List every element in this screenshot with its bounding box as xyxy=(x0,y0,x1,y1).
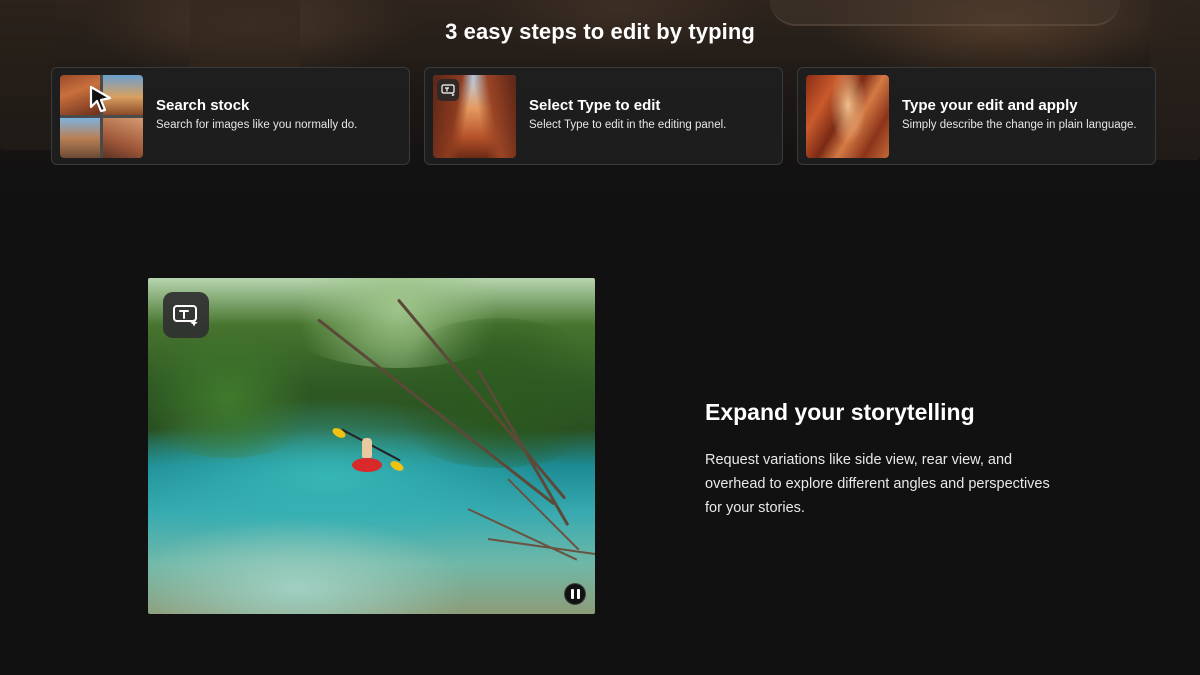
step-description: Select Type to edit in the editing panel… xyxy=(529,119,727,131)
pause-button[interactable] xyxy=(564,583,586,605)
step-description: Simply describe the change in plain lang… xyxy=(902,119,1137,131)
step-thumbnail xyxy=(806,75,889,158)
feature-video[interactable] xyxy=(148,278,595,614)
step-title: Select Type to edit xyxy=(529,97,661,114)
feature-copy: Expand your storytelling Request variati… xyxy=(705,398,1065,520)
feature-body: Request variations like side view, rear … xyxy=(705,452,1050,516)
step-card-type-edit-apply[interactable]: Type your edit and apply Simply describe… xyxy=(797,67,1156,165)
feature-title: Expand your storytelling xyxy=(705,399,975,425)
page: 3 easy steps to edit by typing Search st… xyxy=(0,0,1200,675)
step-title: Search stock xyxy=(156,97,250,114)
pause-icon xyxy=(570,589,580,599)
kayak xyxy=(352,458,382,472)
type-edit-icon xyxy=(437,79,459,101)
section-title: 3 easy steps to edit by typing xyxy=(445,19,755,44)
step-card-search-stock[interactable]: Search stock Search for images like you … xyxy=(51,67,410,165)
step-thumbnail xyxy=(60,75,143,158)
step-card-select-type[interactable]: Select Type to edit Select Type to edit … xyxy=(424,67,783,165)
step-title: Type your edit and apply xyxy=(902,97,1078,114)
kayaker xyxy=(362,438,372,458)
type-edit-icon xyxy=(163,292,209,338)
step-thumbnail xyxy=(433,75,516,158)
step-description: Search for images like you normally do. xyxy=(156,119,358,131)
arrow-cursor-icon xyxy=(89,85,112,113)
